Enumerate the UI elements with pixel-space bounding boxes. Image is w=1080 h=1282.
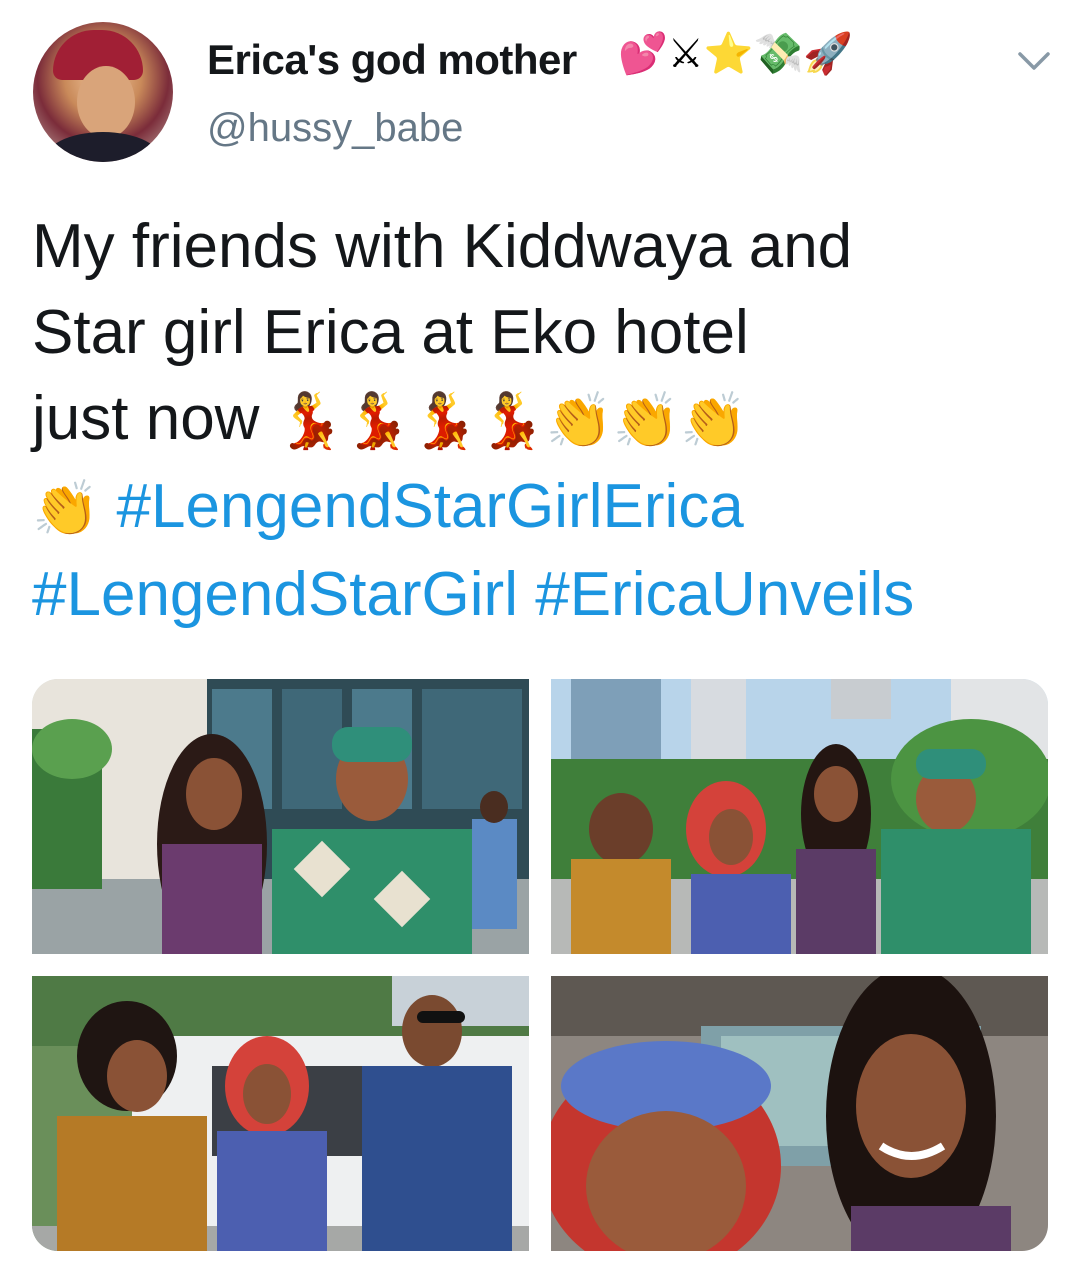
clap-emoji: 👏 — [32, 477, 100, 540]
chevron-down-icon[interactable] — [1014, 44, 1054, 78]
tweet-text-line-4: 👏 #LengendStarGirlErica — [32, 464, 1042, 552]
tweet-text-line-3: just now 💃💃💃💃👏👏👏 — [32, 376, 1042, 464]
tweet-photo-2[interactable] — [551, 679, 1048, 954]
hashtag-link[interactable]: #EricaUnveils — [535, 560, 914, 629]
tweet-text-just-now: just now — [32, 384, 260, 453]
tweet-text-line-1: My friends with Kiddwaya and — [32, 212, 853, 281]
tweet-photo-1[interactable] — [32, 679, 529, 954]
tweet-photo-3[interactable] — [32, 976, 529, 1251]
user-handle[interactable]: @hussy_babe — [207, 106, 463, 151]
name-emojis: 💕⚔⭐💸🚀 — [618, 31, 854, 77]
avatar[interactable] — [33, 22, 173, 162]
hashtag-link[interactable]: #LengendStarGirl — [32, 560, 518, 629]
dancer-clap-emojis: 💃💃💃💃👏👏👏 — [276, 389, 748, 452]
hashtag-link[interactable]: #LengendStarGirlErica — [116, 472, 743, 541]
tweet-text-line-5: #LengendStarGirl #EricaUnveils — [32, 552, 1042, 638]
tweet-text-line-2: Star girl Erica at Eko hotel — [32, 298, 749, 367]
tweet-text: My friends with Kiddwaya and Star girl E… — [32, 204, 1042, 638]
display-name[interactable]: Erica's god mother — [207, 36, 577, 84]
tweet-photo-4[interactable] — [551, 976, 1048, 1251]
media-grid — [32, 679, 1048, 1251]
